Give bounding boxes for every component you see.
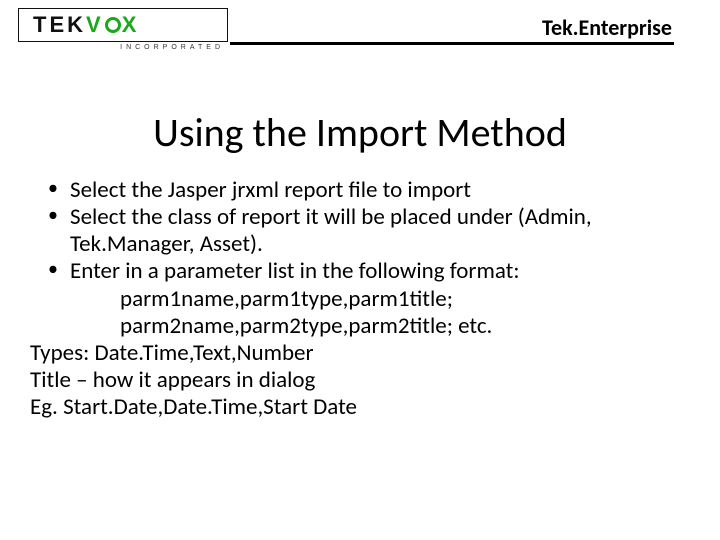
bullet-2: Select the class of report it will be pl… [30,204,690,258]
slide-title: Using the Import Method [0,108,720,157]
line-title: Title – how it appears in dialog [30,367,690,394]
line-example: Eg. Start.Date,Date.Time,Start Date [30,394,690,421]
logo-subtext: INCORPORATED [18,44,228,51]
sub-1: parm1name,parm1type,parm1title; [30,286,690,313]
logo: TEKVX INCORPORATED [18,8,228,54]
sub-2: parm2name,parm2type,parm2title; etc. [30,313,690,340]
bullet-1: Select the Jasper jrxml report file to i… [30,177,690,204]
product-name: Tek.Enterprise [542,14,672,41]
bullet-3: Enter in a parameter list in the followi… [30,258,690,285]
header-rule [230,42,674,45]
line-types: Types: Date.Time,Text,Number [30,340,690,367]
logo-text: TEKVX [19,9,227,41]
body-text: Select the Jasper jrxml report file to i… [0,177,720,421]
